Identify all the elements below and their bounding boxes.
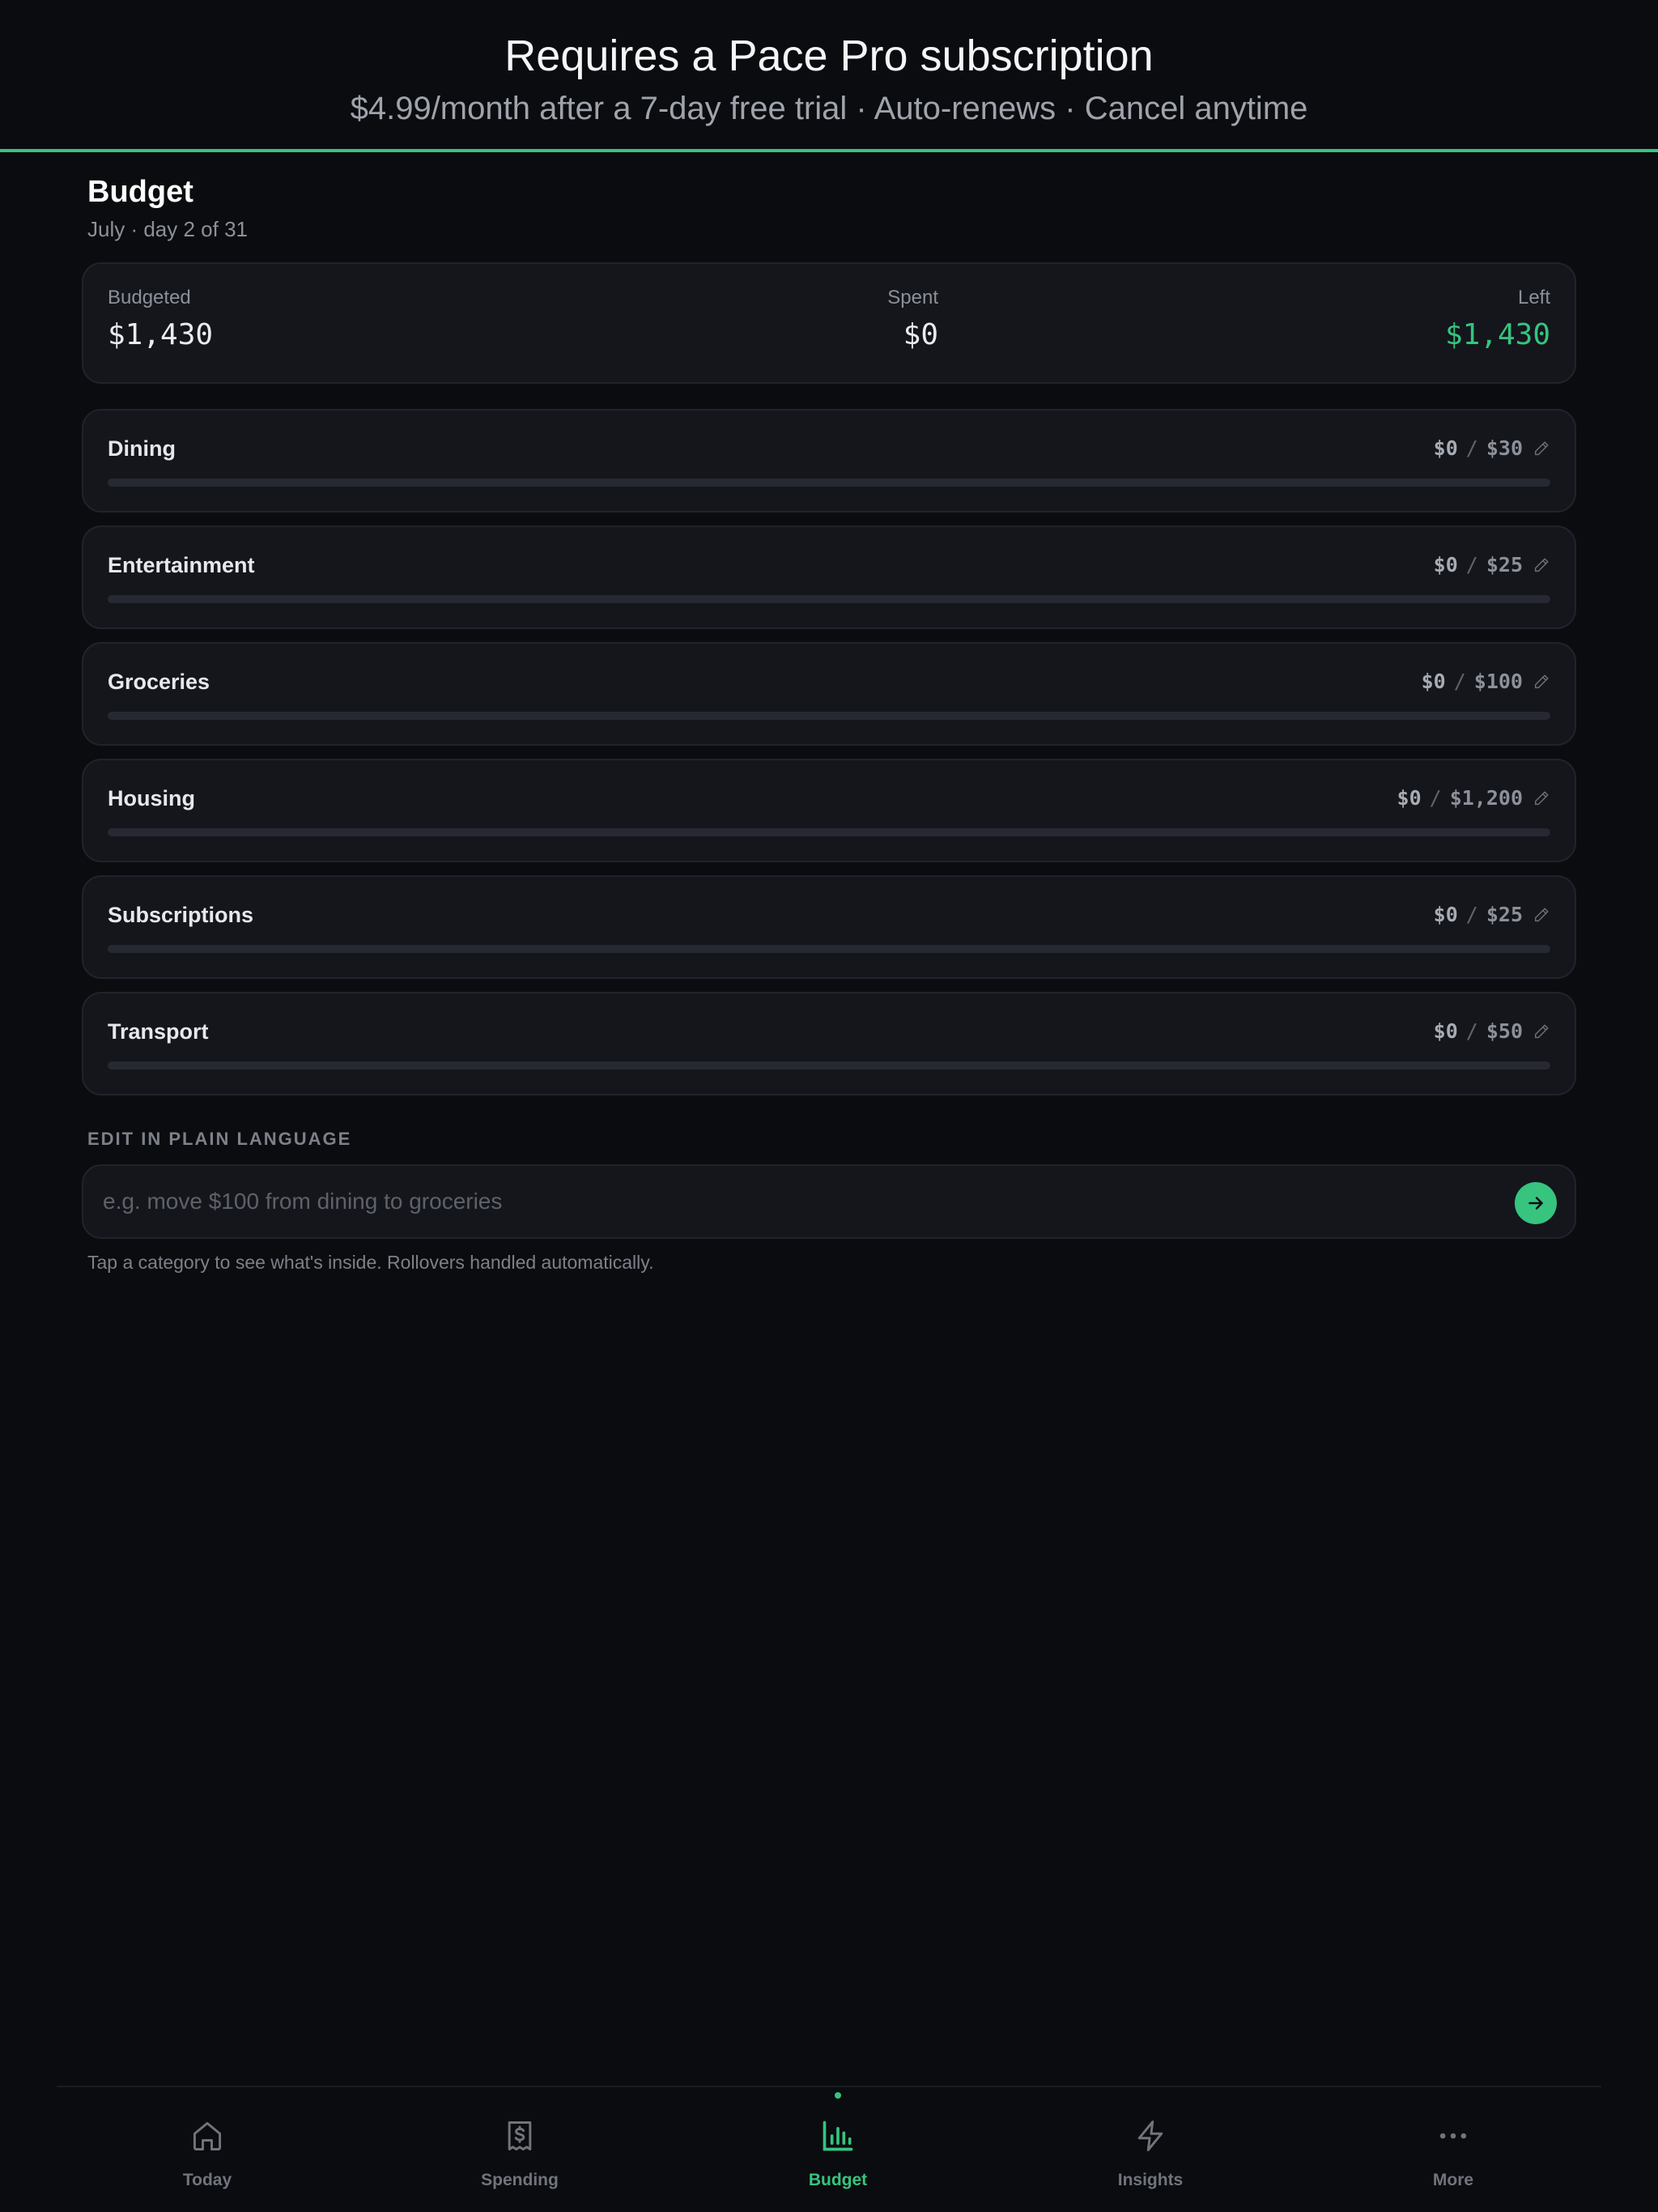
pencil-icon[interactable] bbox=[1533, 673, 1550, 691]
category-spent: $0 bbox=[1433, 903, 1458, 926]
category-name: Subscriptions bbox=[108, 903, 254, 927]
category-card-dining[interactable]: Dining $0 / $30 bbox=[82, 409, 1576, 513]
home-icon bbox=[193, 2121, 222, 2150]
category-card-entertainment[interactable]: Entertainment $0 / $25 bbox=[82, 525, 1576, 629]
amount-separator: / bbox=[1465, 1019, 1478, 1043]
category-progress-track bbox=[108, 1061, 1550, 1070]
category-limit: $100 bbox=[1473, 670, 1523, 693]
tab-insights[interactable]: Insights bbox=[1061, 2087, 1239, 2209]
category-name: Housing bbox=[108, 786, 195, 810]
category-amounts: $0 / $50 bbox=[1434, 1021, 1550, 1041]
spent-value: $0 bbox=[903, 318, 938, 351]
banner-title: Requires a Pace Pro subscription bbox=[504, 32, 1154, 80]
category-limit: $1,200 bbox=[1449, 786, 1523, 810]
section-label-edit: EDIT IN PLAIN LANGUAGE bbox=[87, 1129, 352, 1149]
tab-label: Budget bbox=[808, 2171, 868, 2189]
send-button[interactable] bbox=[1515, 1182, 1557, 1224]
category-amounts: $0 / $25 bbox=[1434, 904, 1550, 925]
category-name: Dining bbox=[108, 436, 176, 461]
active-tab-indicator bbox=[835, 2092, 841, 2099]
category-card-subscriptions[interactable]: Subscriptions $0 / $25 bbox=[82, 875, 1576, 979]
plain-language-input-wrapper bbox=[82, 1164, 1576, 1239]
category-name: Transport bbox=[108, 1019, 209, 1044]
tab-label: Today bbox=[182, 2171, 232, 2189]
banner-subtitle: $4.99/month after a 7-day free trial · A… bbox=[350, 91, 1308, 126]
budgeted-stat: Budgeted $1,430 bbox=[108, 288, 213, 350]
pencil-icon[interactable] bbox=[1533, 556, 1550, 574]
category-spent: $0 bbox=[1433, 553, 1458, 576]
budgeted-value: $1,430 bbox=[108, 318, 214, 351]
page-subtitle: July · day 2 of 31 bbox=[87, 217, 248, 241]
budgeted-label: Budgeted bbox=[108, 287, 191, 308]
tab-label: Insights bbox=[1117, 2171, 1184, 2189]
pencil-icon[interactable] bbox=[1533, 440, 1550, 457]
plain-language-input[interactable] bbox=[101, 1166, 1477, 1237]
tab-today[interactable]: Today bbox=[118, 2087, 296, 2209]
pencil-icon[interactable] bbox=[1533, 1023, 1550, 1040]
category-name: Groceries bbox=[108, 670, 210, 694]
category-progress-track bbox=[108, 945, 1550, 953]
tab-label: Spending bbox=[481, 2171, 559, 2189]
arrow-right-icon bbox=[1528, 1197, 1543, 1210]
hint-text: Tap a category to see what's inside. Rol… bbox=[87, 1252, 654, 1273]
category-spent: $0 bbox=[1433, 436, 1458, 460]
category-progress-track bbox=[108, 712, 1550, 720]
category-amounts: $0 / $100 bbox=[1422, 671, 1550, 691]
bottom-tab-bar: Today Spending Budget Insights More bbox=[57, 2086, 1601, 2212]
category-card-transport[interactable]: Transport $0 / $50 bbox=[82, 992, 1576, 1095]
tab-label: More bbox=[1432, 2171, 1474, 2189]
spent-stat: Spent $0 bbox=[804, 288, 938, 350]
amount-separator: / bbox=[1429, 786, 1442, 810]
tab-more[interactable]: More bbox=[1364, 2087, 1542, 2209]
spent-label: Spent bbox=[887, 287, 938, 308]
category-spent: $0 bbox=[1397, 786, 1422, 810]
category-card-housing[interactable]: Housing $0 / $1,200 bbox=[82, 759, 1576, 862]
category-amounts: $0 / $1,200 bbox=[1397, 788, 1550, 808]
receipt-dollar-icon bbox=[508, 2121, 532, 2150]
left-stat: Left $1,430 bbox=[1445, 288, 1550, 350]
category-progress-track bbox=[108, 595, 1550, 603]
left-label: Left bbox=[1517, 287, 1550, 308]
amount-separator: / bbox=[1465, 436, 1478, 460]
left-value: $1,430 bbox=[1444, 318, 1550, 351]
amount-separator: / bbox=[1465, 553, 1478, 576]
tab-budget[interactable]: Budget bbox=[749, 2087, 927, 2209]
category-name: Entertainment bbox=[108, 553, 255, 577]
category-amounts: $0 / $30 bbox=[1434, 438, 1550, 458]
category-progress-track bbox=[108, 479, 1550, 487]
pencil-icon[interactable] bbox=[1533, 906, 1550, 924]
more-dots-icon bbox=[1439, 2133, 1467, 2139]
category-spent: $0 bbox=[1433, 1019, 1458, 1043]
category-progress-track bbox=[108, 828, 1550, 836]
tab-spending[interactable]: Spending bbox=[431, 2087, 609, 2209]
page-title: Budget bbox=[87, 175, 193, 209]
subscription-banner[interactable]: Requires a Pace Pro subscription $4.99/m… bbox=[0, 0, 1658, 152]
category-limit: $25 bbox=[1486, 553, 1523, 576]
bar-chart-icon bbox=[823, 2121, 853, 2151]
pencil-icon[interactable] bbox=[1533, 789, 1550, 807]
lightning-icon bbox=[1137, 2121, 1163, 2151]
amount-separator: / bbox=[1465, 903, 1478, 926]
category-limit: $50 bbox=[1486, 1019, 1523, 1043]
amount-separator: / bbox=[1453, 670, 1466, 693]
category-card-groceries[interactable]: Groceries $0 / $100 bbox=[82, 642, 1576, 746]
category-limit: $25 bbox=[1486, 903, 1523, 926]
category-limit: $30 bbox=[1486, 436, 1523, 460]
category-spent: $0 bbox=[1421, 670, 1446, 693]
budget-summary-card: Budgeted $1,430 Spent $0 Left $1,430 bbox=[82, 262, 1576, 384]
category-amounts: $0 / $25 bbox=[1434, 555, 1550, 575]
